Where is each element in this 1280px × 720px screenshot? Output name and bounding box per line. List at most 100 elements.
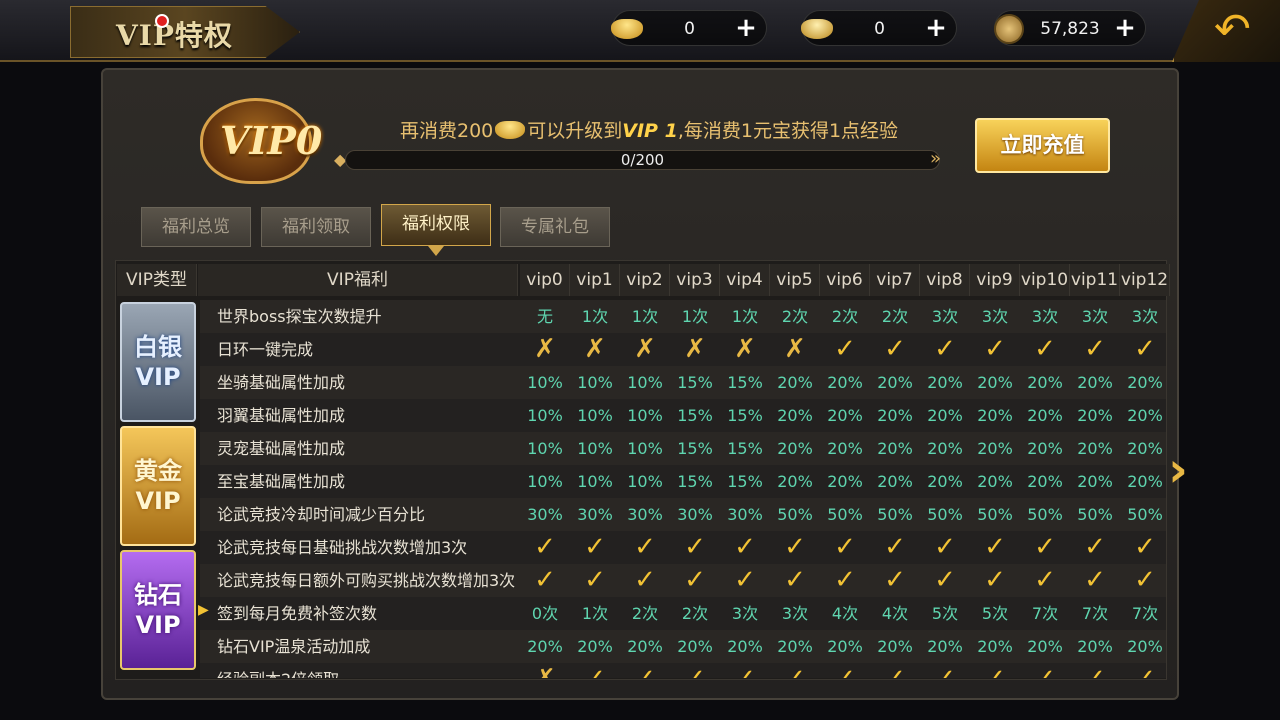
benefit-value: 20% [877,439,913,458]
check-icon: ✓ [620,663,670,678]
benefit-value: 3次 [981,307,1009,326]
benefit-value: 50% [1127,505,1163,524]
benefit-value: 20% [677,637,713,656]
benefit-value: 20% [877,472,913,491]
benefit-value: 1次 [681,307,709,326]
check-icon: ✓ [584,565,606,595]
check-icon: ✓ [970,663,1020,678]
benefit-value: 10% [527,406,563,425]
benefit-value: 20% [927,373,963,392]
benefit-value: 4次 [881,604,909,623]
check-icon: ✓ [1084,532,1106,562]
scroll-right-arrow-icon[interactable]: › [1160,440,1196,500]
benefit-value: 4次 [831,604,859,623]
benefit-value: 30% [527,505,563,524]
benefit-value: 无 [536,307,553,326]
benefit-value: 20% [1127,406,1163,425]
check-icon: ✓ [984,334,1006,364]
benefit-value: 20% [927,637,963,656]
benefit-value: 2次 [881,307,909,326]
benefit-value: 20% [1027,472,1063,491]
benefit-value: 20% [777,373,813,392]
benefit-value: 10% [577,373,613,392]
check-icon: ✓ [1134,532,1156,562]
benefit-label: 至宝基础属性加成 [217,472,346,491]
benefit-value: 20% [727,637,763,656]
benefit-value: 3次 [1131,307,1159,326]
tier-gold-vip: 黄金 VIP [120,426,196,546]
benefit-value: 20% [827,406,863,425]
tier-label: VIP [135,487,181,515]
benefit-value: 7次 [1031,604,1059,623]
check-icon: ✓ [834,565,856,595]
benefit-value: 20% [627,637,663,656]
benefit-value: 30% [577,505,613,524]
tier-silver-vip: 白银 VIP [120,302,196,422]
tier-pointer-icon: ▶ [198,602,209,618]
benefit-value: 20% [1077,472,1113,491]
benefit-value: 2次 [831,307,859,326]
benefit-value: 15% [677,406,713,425]
benefit-value: 3次 [1081,307,1109,326]
benefit-value: 20% [527,637,563,656]
benefit-value: 20% [1077,406,1113,425]
check-icon: ✓ [1120,663,1170,678]
check-icon: ✓ [720,663,770,678]
benefit-label: 论武竞技冷却时间减少百分比 [217,505,426,524]
benefit-label: 日环一键完成 [217,340,314,359]
benefit-value: 15% [677,439,713,458]
benefit-label: 羽翼基础属性加成 [217,406,346,425]
check-icon: ✓ [1084,334,1106,364]
tier-label: 黄金 [134,457,182,485]
benefit-value: 15% [727,439,763,458]
benefit-value: 20% [1077,373,1113,392]
benefit-value: 50% [1077,505,1113,524]
cross-icon: ✗ [734,334,756,364]
benefit-value: 20% [927,472,963,491]
check-icon: ✓ [884,565,906,595]
benefit-value: 2次 [781,307,809,326]
benefit-value: 5次 [981,604,1009,623]
benefit-value: 10% [627,472,663,491]
check-icon: ✓ [1084,565,1106,595]
benefit-label: 签到每月免费补签次数 [217,604,378,623]
benefit-value: 20% [977,439,1013,458]
benefit-label: 钻石VIP温泉活动加成 [217,637,371,656]
tier-label: 钻石 [134,581,182,609]
benefit-value: 50% [927,505,963,524]
benefit-value: 10% [527,472,563,491]
check-icon: ✓ [784,565,806,595]
check-icon: ✓ [884,334,906,364]
benefit-value: 20% [827,472,863,491]
benefit-value: 30% [677,505,713,524]
benefit-value: 50% [777,505,813,524]
cross-icon: ✗ [784,334,806,364]
benefit-value: 10% [527,439,563,458]
benefit-value: 1次 [581,307,609,326]
benefit-value: 30% [727,505,763,524]
benefit-value: 10% [627,373,663,392]
benefit-value: 20% [877,373,913,392]
benefit-value: 20% [1027,406,1063,425]
benefit-value: 20% [1027,439,1063,458]
benefit-value: 0次 [531,604,559,623]
benefit-value: 20% [1127,637,1163,656]
check-icon: ✓ [584,532,606,562]
benefit-value: 15% [677,472,713,491]
benefit-value: 20% [777,637,813,656]
check-icon: ✓ [1034,565,1056,595]
check-icon: ✓ [784,532,806,562]
benefit-value: 50% [877,505,913,524]
benefit-value: 20% [877,406,913,425]
check-icon: ✓ [634,532,656,562]
tier-label: VIP [135,363,181,391]
check-icon: ✓ [920,663,970,678]
benefit-value: 50% [1027,505,1063,524]
check-icon: ✓ [1070,663,1120,678]
check-icon: ✓ [1020,663,1070,678]
cross-icon: ✗ [584,334,606,364]
check-icon: ✓ [534,532,556,562]
benefit-value: 20% [777,406,813,425]
check-icon: ✓ [570,663,620,678]
benefit-value: 3次 [1031,307,1059,326]
